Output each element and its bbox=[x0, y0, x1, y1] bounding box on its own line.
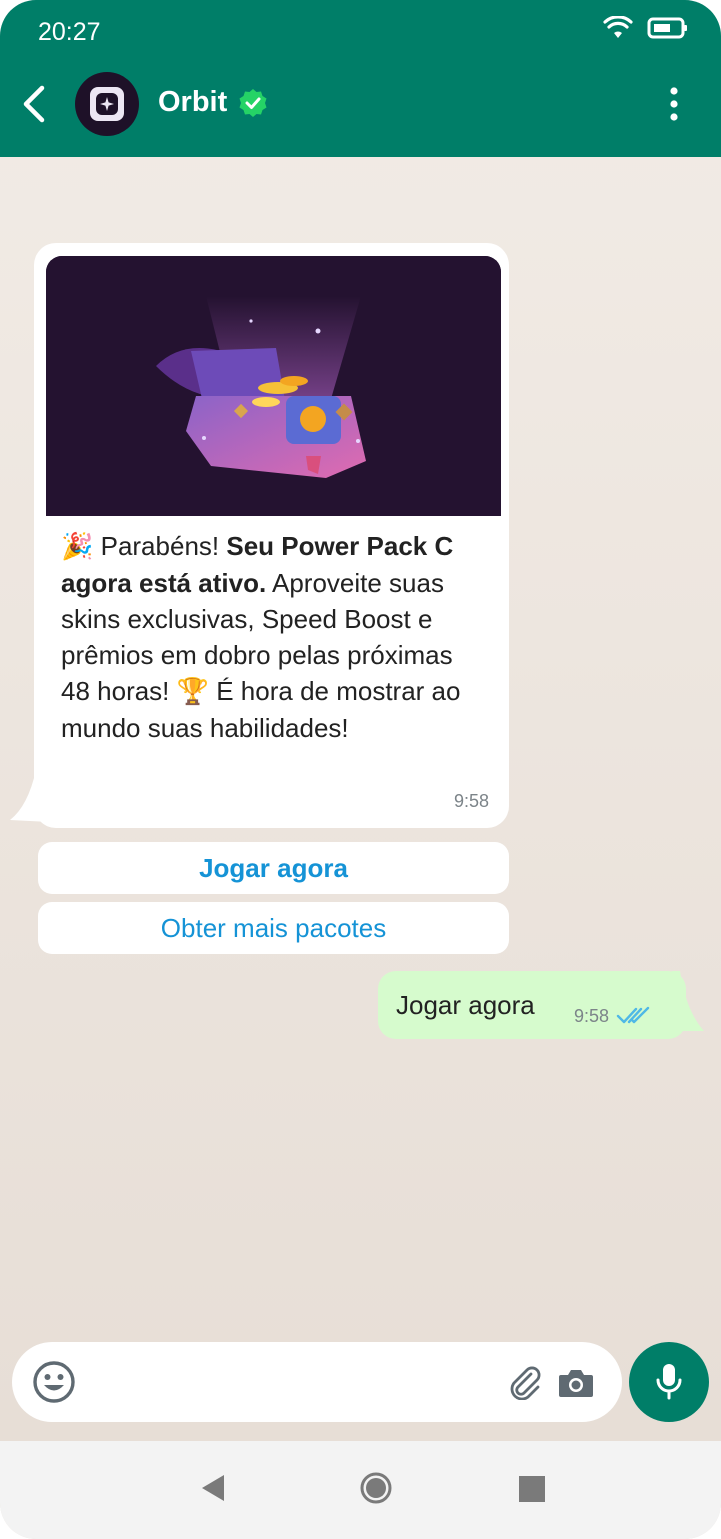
promo-image bbox=[46, 256, 501, 516]
incoming-message-time: 9:58 bbox=[453, 791, 489, 811]
nav-back-icon[interactable] bbox=[200, 1473, 226, 1503]
read-receipt-icon bbox=[616, 1006, 650, 1024]
orbit-logo bbox=[90, 87, 124, 121]
more-vertical-icon[interactable] bbox=[664, 86, 684, 122]
nav-recents-icon[interactable] bbox=[519, 1476, 545, 1502]
status-icons bbox=[603, 16, 689, 40]
incoming-message-text: 🎉 Parabéns! Seu Power Pack C agora está … bbox=[61, 528, 481, 746]
status-time: 20:27 bbox=[38, 18, 101, 46]
emoji-icon[interactable] bbox=[32, 1360, 76, 1404]
microphone-icon bbox=[656, 1364, 682, 1400]
paperclip-icon[interactable] bbox=[507, 1364, 543, 1400]
outgoing-message-text: Jogar agora bbox=[396, 990, 535, 1020]
battery-icon bbox=[647, 17, 687, 39]
verified-badge-icon bbox=[239, 89, 267, 117]
quick-reply-more-packs[interactable]: Obter mais pacotes bbox=[38, 902, 509, 954]
system-navigation-bar bbox=[0, 1441, 721, 1539]
nav-home-icon[interactable] bbox=[359, 1471, 393, 1505]
back-arrow-icon[interactable] bbox=[18, 82, 52, 126]
message-text-part-1: Parabéns! bbox=[93, 531, 227, 561]
message-input-bar[interactable] bbox=[12, 1342, 622, 1422]
microphone-button[interactable] bbox=[629, 1342, 709, 1422]
avatar[interactable] bbox=[75, 72, 139, 136]
chat-header: 20:27 Orbit bbox=[0, 0, 721, 157]
incoming-message-bubble: 🎉 Parabéns! Seu Power Pack C agora está … bbox=[34, 243, 509, 828]
outgoing-message-time: 9:58 bbox=[574, 1006, 610, 1026]
wifi-icon bbox=[603, 16, 633, 38]
phone-screen: 20:27 Orbit 🎉 Parabéns! Seu Power Pack C… bbox=[0, 0, 721, 1539]
contact-name[interactable]: Orbit bbox=[158, 86, 227, 119]
party-popper-emoji: 🎉 bbox=[61, 532, 94, 562]
outgoing-message-bubble: Jogar agora 9:58 bbox=[378, 971, 686, 1039]
trophy-emoji: 🏆 bbox=[176, 677, 210, 707]
camera-icon[interactable] bbox=[557, 1366, 595, 1400]
quick-reply-play-now[interactable]: Jogar agora bbox=[38, 842, 509, 894]
